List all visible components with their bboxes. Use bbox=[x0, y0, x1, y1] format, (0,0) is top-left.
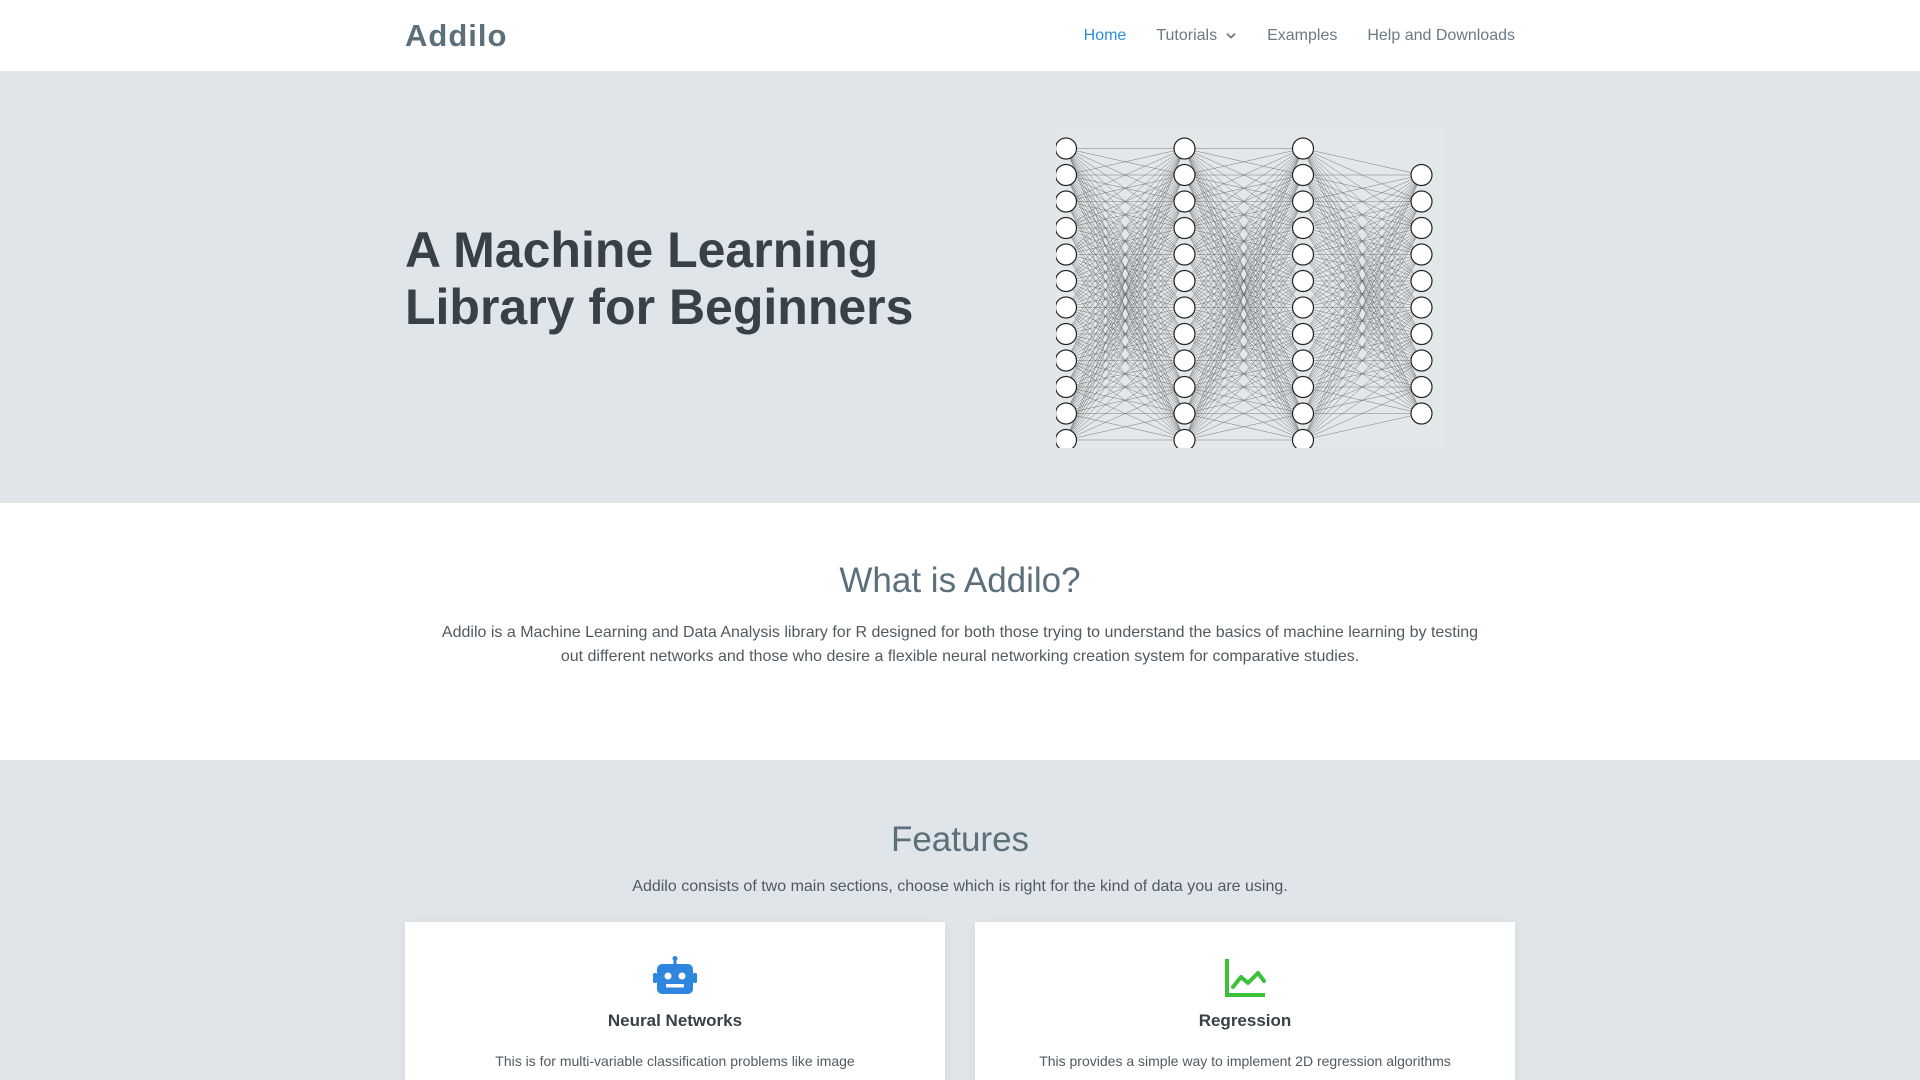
about-section: What is Addilo? Addilo is a Machine Lear… bbox=[0, 503, 1920, 760]
hero-inner: A Machine Learning Library for Beginners bbox=[405, 72, 1515, 503]
hero-title-line-1: A Machine Learning bbox=[405, 222, 879, 278]
network-node bbox=[1056, 216, 1078, 240]
network-node bbox=[1410, 269, 1433, 293]
robot-icon bbox=[653, 956, 697, 994]
nav-item-label: Tutorials bbox=[1156, 27, 1218, 44]
network-node bbox=[1410, 322, 1433, 346]
card-title: Neural Networks bbox=[607, 1011, 743, 1030]
network-node bbox=[1291, 190, 1315, 213]
nav-item-label: Home bbox=[1083, 27, 1127, 44]
network-node bbox=[1173, 296, 1196, 319]
nav-item-tutorials[interactable]: Tutorials bbox=[1156, 27, 1237, 45]
network-node bbox=[1410, 296, 1433, 319]
network-node bbox=[1410, 190, 1433, 213]
navbar-inner: Addilo Home Tutorials Examples Help and … bbox=[405, 0, 1515, 72]
network-node bbox=[1056, 349, 1078, 372]
features-title: Features bbox=[890, 820, 1030, 859]
network-node bbox=[1291, 375, 1315, 399]
network-node bbox=[1056, 243, 1078, 266]
network-node bbox=[1173, 322, 1196, 346]
features-section: Features Addilo consists of two main sec… bbox=[0, 760, 1920, 1080]
network-node bbox=[1291, 243, 1315, 266]
nav-item-help-downloads[interactable]: Help and Downloads bbox=[1367, 27, 1515, 45]
network-node bbox=[1056, 163, 1078, 187]
network-node bbox=[1410, 163, 1433, 187]
about-text-line-2: out different networks and those who des… bbox=[560, 648, 1360, 665]
chevron-down-icon bbox=[1226, 33, 1236, 39]
network-node bbox=[1056, 190, 1078, 213]
network-node bbox=[1056, 428, 1078, 448]
network-node bbox=[1291, 269, 1315, 293]
about-title: What is Addilo? bbox=[839, 561, 1081, 600]
network-node bbox=[1173, 163, 1196, 187]
network-node bbox=[1173, 137, 1196, 160]
feature-cards: Neural Networks This is for multi-variab… bbox=[405, 922, 1515, 1080]
about-description: Addilo is a Machine Learning and Data An… bbox=[405, 621, 1515, 669]
hero-section: A Machine Learning Library for Beginners bbox=[0, 72, 1920, 503]
nav-item-home[interactable]: Home bbox=[1084, 27, 1127, 45]
feature-card-neural-networks[interactable]: Neural Networks This is for multi-variab… bbox=[405, 922, 945, 1080]
network-node bbox=[1173, 349, 1196, 372]
network-node bbox=[1056, 269, 1078, 293]
network-node bbox=[1056, 322, 1078, 346]
network-node bbox=[1291, 137, 1315, 160]
network-node bbox=[1173, 269, 1196, 293]
hero-title-line-2: Library for Beginners bbox=[405, 279, 914, 335]
network-node bbox=[1291, 322, 1315, 346]
network-node bbox=[1056, 137, 1078, 160]
neural-network-diagram bbox=[1056, 128, 1445, 448]
card-text: This is for multi-variable classificatio… bbox=[495, 1053, 855, 1069]
network-node bbox=[1410, 216, 1433, 240]
network-node bbox=[1410, 375, 1433, 399]
network-node bbox=[1291, 349, 1315, 372]
network-node bbox=[1291, 296, 1315, 319]
navbar: Addilo Home Tutorials Examples Help and … bbox=[0, 0, 1920, 72]
network-node bbox=[1410, 349, 1433, 372]
features-subtitle: Addilo consists of two main sections, ch… bbox=[632, 878, 1288, 895]
network-node bbox=[1173, 428, 1196, 448]
card-text: This provides a simple way to implement … bbox=[1039, 1053, 1451, 1069]
about-text-line-1: Addilo is a Machine Learning and Data An… bbox=[441, 624, 1479, 641]
hero-title: A Machine Learning Library for Beginners bbox=[405, 222, 925, 336]
features-inner: Features Addilo consists of two main sec… bbox=[405, 760, 1515, 1080]
network-node bbox=[1173, 190, 1196, 213]
network-node bbox=[1173, 243, 1196, 266]
nav-item-label: Examples bbox=[1267, 27, 1338, 44]
chart-line-icon bbox=[1225, 959, 1266, 997]
nav-item-label: Help and Downloads bbox=[1367, 27, 1515, 44]
nav-menu: Home Tutorials Examples Help and Downloa… bbox=[1084, 27, 1515, 45]
network-node bbox=[1291, 216, 1315, 240]
feature-card-regression[interactable]: Regression This provides a simple way to… bbox=[975, 922, 1515, 1080]
network-node bbox=[1410, 402, 1433, 425]
network-node bbox=[1056, 296, 1078, 319]
network-node bbox=[1056, 402, 1078, 425]
network-node bbox=[1291, 428, 1315, 448]
network-node bbox=[1173, 216, 1196, 240]
network-node bbox=[1173, 375, 1196, 399]
network-node bbox=[1056, 375, 1078, 399]
card-title: Regression bbox=[1198, 1011, 1292, 1030]
brand-logo[interactable]: Addilo bbox=[405, 18, 507, 54]
network-node bbox=[1173, 402, 1196, 425]
network-node bbox=[1410, 243, 1433, 266]
nav-item-examples[interactable]: Examples bbox=[1267, 27, 1337, 45]
about-inner: What is Addilo? Addilo is a Machine Lear… bbox=[405, 503, 1515, 669]
network-node bbox=[1291, 402, 1315, 425]
network-node bbox=[1291, 163, 1315, 187]
